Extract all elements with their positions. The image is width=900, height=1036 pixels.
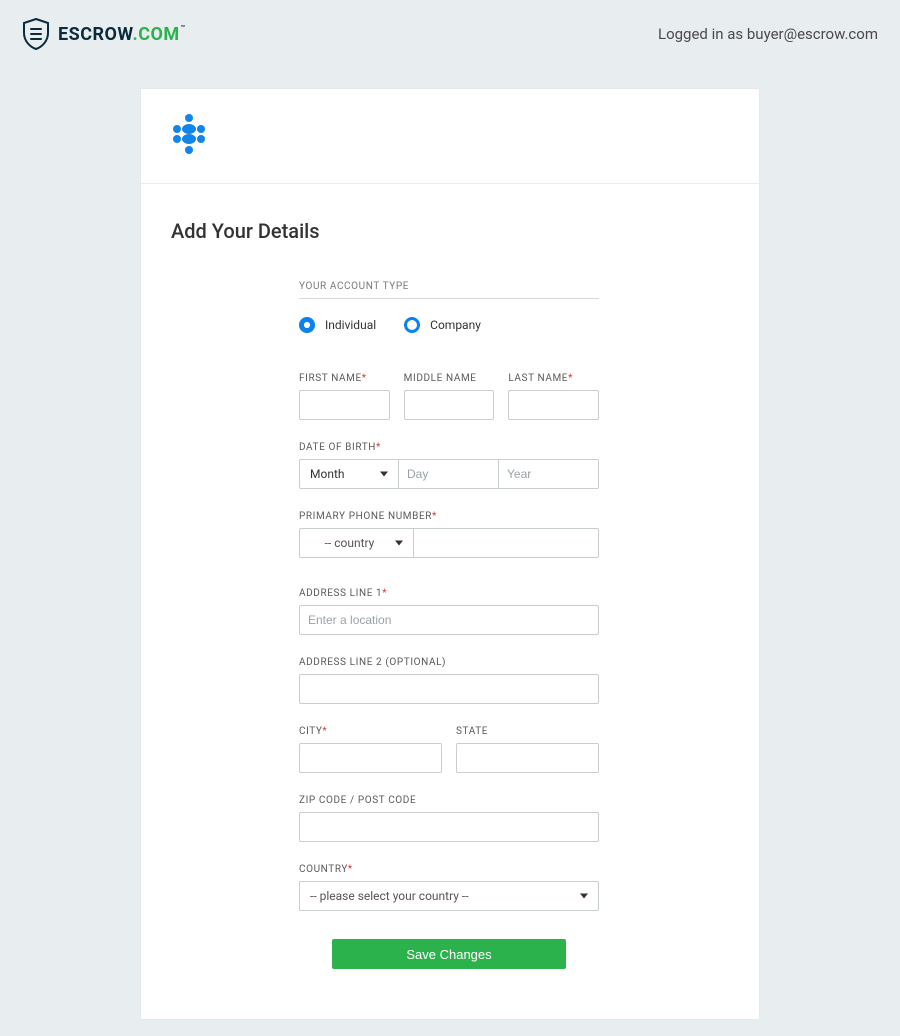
label-dob: DATE OF BIRTH* (299, 442, 599, 453)
label-first-name: FIRST NAME* (299, 373, 390, 384)
page-header: ESCROW.COM™ Logged in as buyer@escrow.co… (0, 0, 900, 68)
details-form: YOUR ACCOUNT TYPE Individual Company FIR… (299, 281, 599, 969)
phone-country-value: -- country (325, 536, 375, 550)
brand-logo[interactable]: ESCROW.COM™ (22, 18, 186, 50)
country-select[interactable]: -- please select your country -- (299, 881, 599, 911)
label-zip: ZIP CODE / POST CODE (299, 795, 599, 806)
label-state: STATE (456, 726, 599, 737)
panel-header (141, 89, 759, 184)
label-address1: ADDRESS LINE 1* (299, 588, 599, 599)
city-input[interactable] (299, 743, 442, 773)
address1-input[interactable] (299, 605, 599, 635)
country-select-value: -- please select your country -- (310, 889, 469, 903)
label-middle-name: MIDDLE NAME (404, 373, 495, 384)
partner-icon (166, 111, 212, 157)
brand-wordmark: ESCROW.COM™ (58, 24, 186, 45)
radio-individual-label: Individual (325, 318, 376, 332)
radio-dot-selected-icon (299, 317, 315, 333)
label-country: COUNTRY* (299, 864, 599, 875)
dob-year-input[interactable] (499, 459, 599, 489)
label-phone: PRIMARY PHONE NUMBER* (299, 511, 599, 522)
radio-company-label: Company (430, 318, 481, 332)
zip-input[interactable] (299, 812, 599, 842)
radio-company[interactable]: Company (404, 317, 481, 333)
caret-down-icon (395, 541, 403, 546)
label-city: CITY* (299, 726, 442, 737)
account-type-radios: Individual Company (299, 317, 599, 333)
dob-month-value: Month (310, 467, 344, 481)
section-account-type: YOUR ACCOUNT TYPE (299, 281, 599, 299)
phone-number-input[interactable] (414, 528, 599, 558)
label-address2: ADDRESS LINE 2 (OPTIONAL) (299, 657, 599, 668)
page-title: Add Your Details (171, 219, 729, 243)
save-button[interactable]: Save Changes (332, 939, 566, 969)
radio-dot-unselected-icon (404, 317, 420, 333)
main-panel: Add Your Details YOUR ACCOUNT TYPE Indiv… (140, 88, 760, 1020)
login-status: Logged in as buyer@escrow.com (658, 25, 878, 43)
dob-day-input[interactable] (399, 459, 499, 489)
state-input[interactable] (456, 743, 599, 773)
shield-icon (22, 18, 50, 50)
radio-individual[interactable]: Individual (299, 317, 376, 333)
dob-month-select[interactable]: Month (299, 459, 399, 489)
caret-down-icon (380, 472, 388, 477)
address2-input[interactable] (299, 674, 599, 704)
label-last-name: LAST NAME* (508, 373, 599, 384)
last-name-input[interactable] (508, 390, 599, 420)
first-name-input[interactable] (299, 390, 390, 420)
phone-country-select[interactable]: -- country (299, 528, 414, 558)
caret-down-icon (580, 894, 588, 899)
middle-name-input[interactable] (404, 390, 495, 420)
